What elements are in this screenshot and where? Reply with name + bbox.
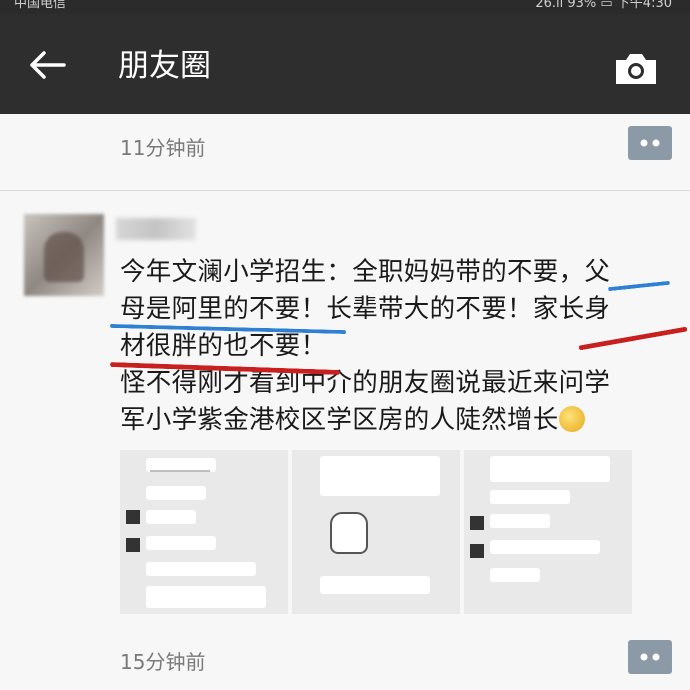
chat-avatar: [126, 510, 140, 524]
chat-bubble: [146, 562, 256, 576]
chat-bubble: [490, 514, 550, 528]
post-text-line: 今年文澜小学招生：全职妈妈带的不要，父: [120, 257, 611, 287]
post-image-grid: [120, 450, 632, 614]
laughing-crying-emoji-icon: [558, 406, 585, 432]
chat-bubble: [490, 490, 570, 504]
comment-icon[interactable]: [628, 126, 672, 160]
comment-icon[interactable]: [628, 640, 672, 674]
chat-bubble: [490, 568, 540, 582]
camera-icon[interactable]: [612, 50, 660, 88]
post-image-thumbnail[interactable]: [292, 450, 460, 614]
post-text-line: 母是阿里的不要！长辈带大的不要！家长身: [120, 294, 611, 324]
author-name[interactable]: [116, 218, 196, 240]
moments-feed: 11分钟前 今年文澜小学招生：全职妈妈带的不要，父 母是阿里的不要！长辈带大的不…: [0, 114, 690, 690]
post-text-line-part: 怪不得刚才看到中介的朋友圈说最近来问学: [120, 368, 611, 398]
chat-avatar: [126, 538, 140, 552]
post-timestamp: 11分钟前: [120, 136, 206, 160]
chat-avatar: [470, 544, 484, 558]
page-title: 朋友圈: [118, 48, 211, 84]
arrow-left-icon[interactable]: [28, 50, 68, 80]
post-text-line: 军小学紫金港校区学区房的人陡然增长: [120, 402, 680, 439]
carrier-label: 中国电信: [14, 0, 67, 11]
title-bar: 朋友圈: [0, 14, 690, 114]
chat-bubble: [490, 540, 600, 554]
post-text-line: 怪不得刚才看到中介的朋友圈说最近来问学: [120, 365, 680, 402]
chat-text-line: [150, 470, 210, 472]
post-divider: [0, 190, 690, 191]
status-bar: 中国电信 26.ıl 93% ▭ 下午4:30: [0, 0, 690, 14]
avatar[interactable]: [24, 214, 104, 296]
post-image-thumbnail[interactable]: [120, 450, 288, 614]
sticker-image: [330, 512, 368, 554]
post-text-line-part: 军小学紫金港校区学区房的人陡然增长: [120, 405, 559, 435]
chat-bubble: [320, 456, 440, 496]
chat-bubble: [146, 536, 216, 550]
chat-bubble: [320, 576, 430, 594]
chat-bubble: [146, 486, 206, 500]
chat-avatar: [470, 516, 484, 530]
status-info: 26.ıl 93% ▭ 下午4:30: [535, 0, 672, 11]
post-image-thumbnail[interactable]: [464, 450, 632, 614]
chat-bubble: [490, 456, 610, 482]
chat-bubble: [146, 510, 196, 524]
chat-bubble: [146, 586, 266, 608]
post-timestamp: 15分钟前: [120, 650, 206, 674]
